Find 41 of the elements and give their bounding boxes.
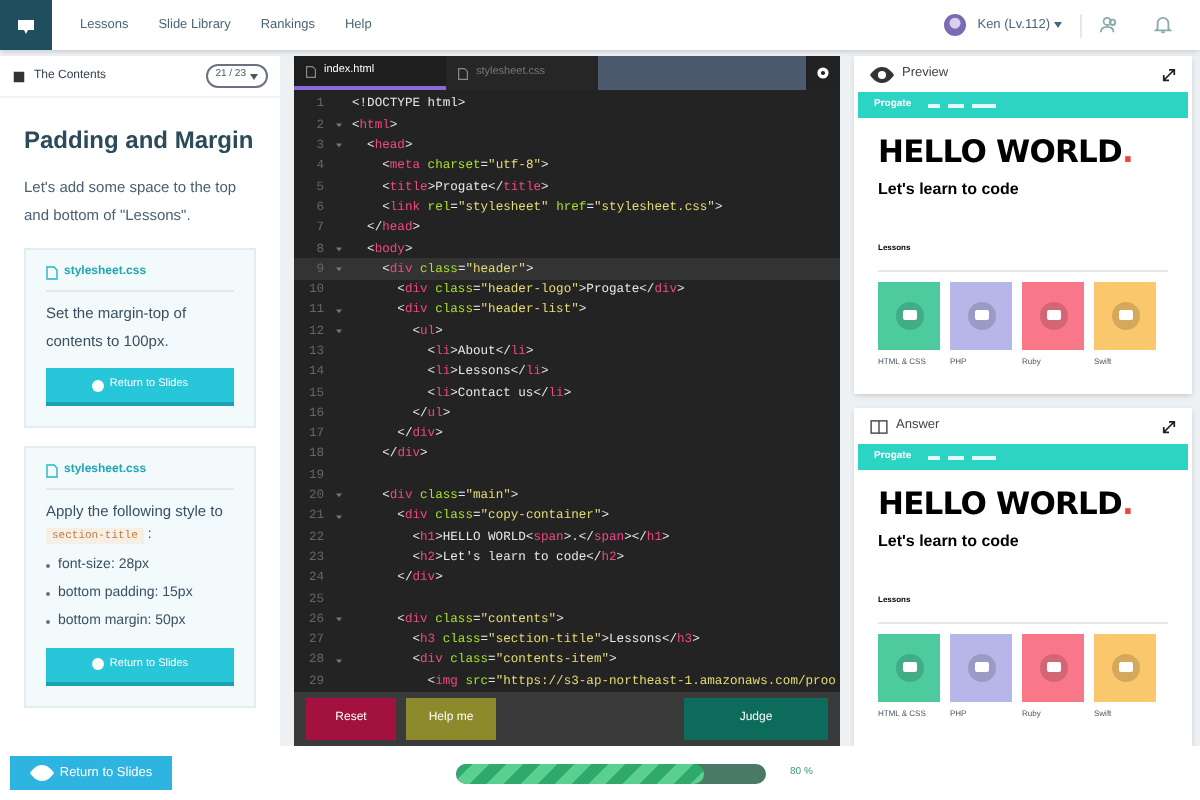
lesson-icon [1111,301,1139,329]
caret-icon [250,73,258,79]
file-icon [306,65,316,77]
site-subheading: Let's learn to code [878,177,1021,201]
logo-icon[interactable] [0,0,52,50]
expand-icon[interactable] [1162,419,1176,433]
expand-icon[interactable] [1162,67,1176,81]
fold-icon[interactable] [335,266,341,273]
site-nav-links-drawing [927,455,996,459]
fold-icon[interactable] [335,616,341,623]
settings-button[interactable] [806,56,840,90]
fold-icon[interactable] [335,513,341,520]
caret-icon [1054,22,1062,28]
site-heading: HELLO WORLD. [878,138,1136,169]
site-heading: HELLO WORLD. [878,490,1136,521]
site-subheading: Let's learn to code [878,529,1021,553]
fold-icon[interactable] [335,245,341,252]
file-icon [46,464,58,478]
fold-icon[interactable] [335,657,341,664]
lesson-icon [895,653,923,681]
bell-icon[interactable] [1154,16,1172,34]
fold-icon[interactable] [335,327,341,334]
lesson-heading: Padding and Margin [24,124,256,158]
avatar-icon [943,14,966,36]
settings-icon [816,66,830,80]
lesson-icon [1039,301,1067,329]
fold-icon[interactable] [335,142,341,149]
eye-icon [29,764,54,782]
lesson-icon [895,301,923,329]
users-icon[interactable] [1100,16,1118,34]
fold-icon[interactable] [335,121,341,128]
site-nav-links-drawing [927,103,996,107]
fold-icon[interactable] [335,307,341,314]
eye-icon [870,65,894,83]
file-icon [46,266,58,280]
fold-icon[interactable] [335,492,341,499]
lesson-icon [967,301,995,329]
lesson-icon [1111,653,1139,681]
file-icon [458,67,468,79]
lesson-icon [967,653,995,681]
lesson-icon [1039,653,1067,681]
